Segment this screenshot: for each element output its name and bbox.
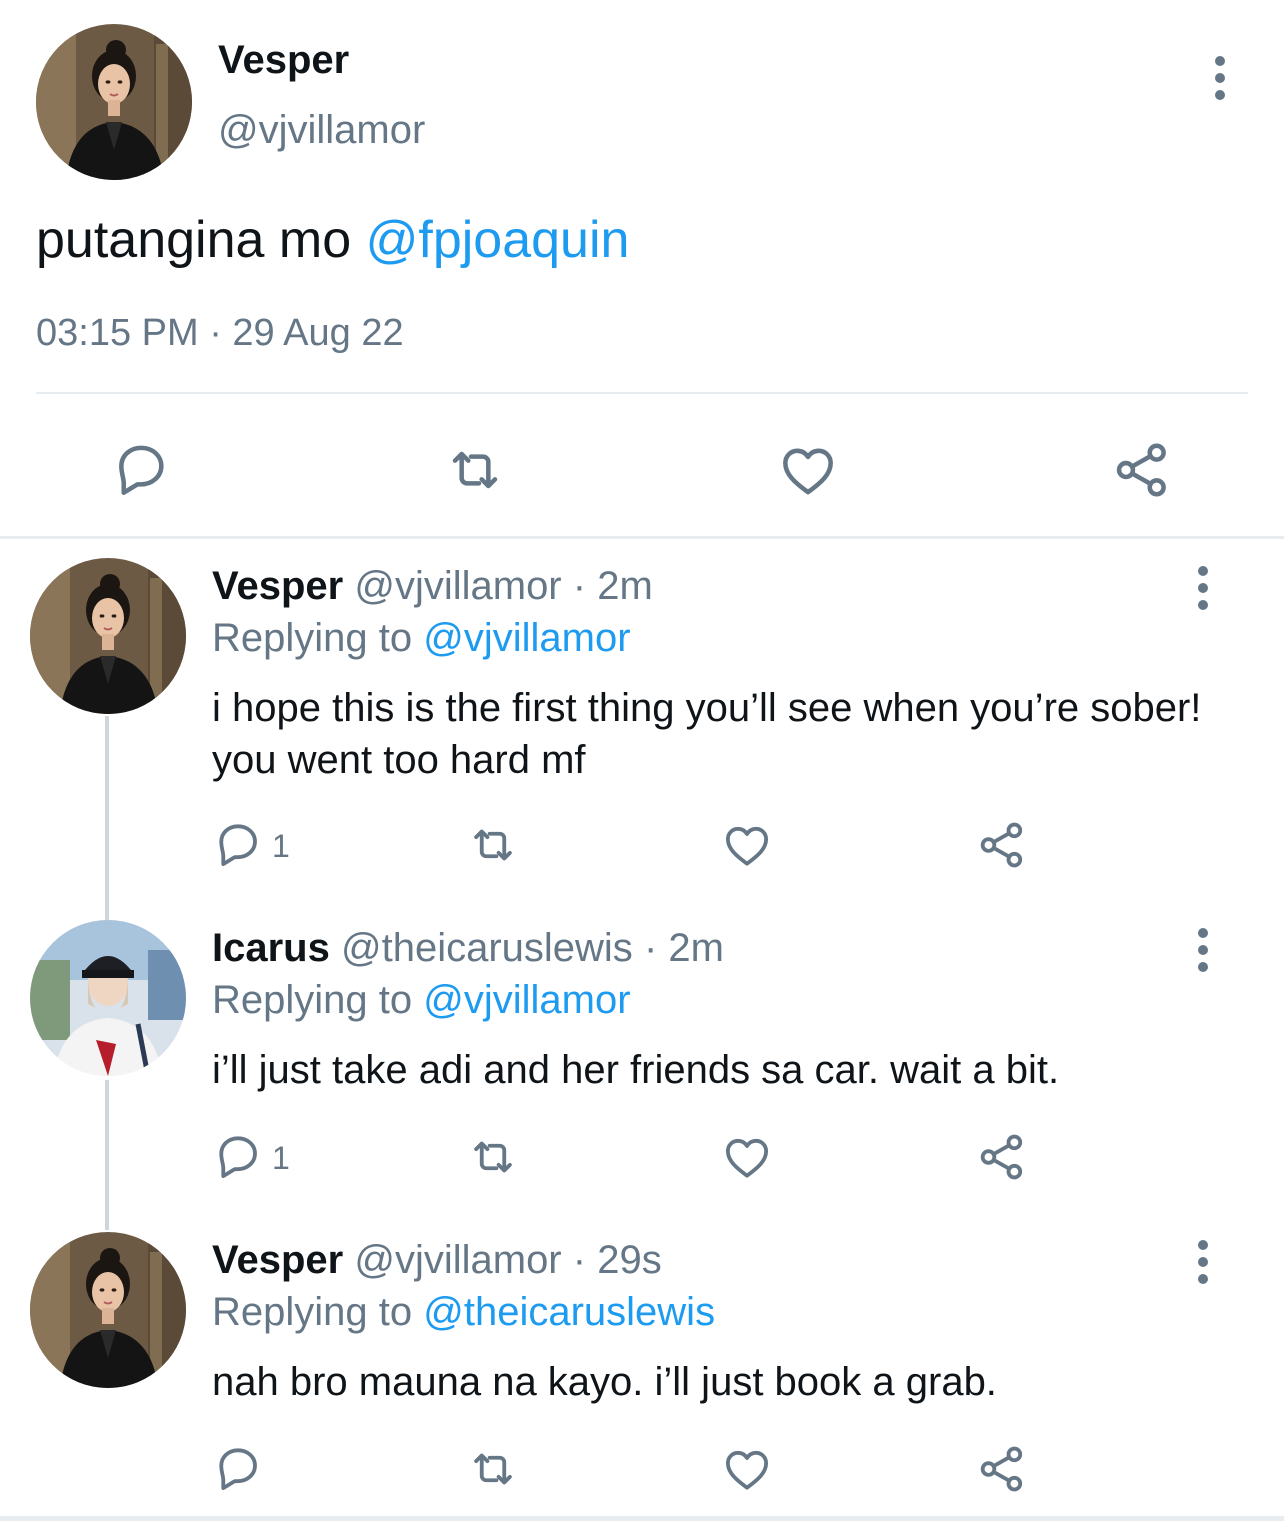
reply-icon[interactable] <box>210 818 264 872</box>
avatar[interactable] <box>30 920 186 1076</box>
reply-action-bar <box>0 1440 1284 1500</box>
avatar[interactable] <box>30 1232 186 1388</box>
like-icon[interactable] <box>776 438 840 502</box>
avatar[interactable] <box>30 558 186 714</box>
divider <box>0 536 1284 539</box>
display-name[interactable]: Vesper <box>212 1238 343 1282</box>
tweet-action-bar <box>0 430 1284 510</box>
mention-link[interactable]: @fpjoaquin <box>366 211 630 269</box>
replying-label: Replying to <box>212 616 413 660</box>
share-icon[interactable] <box>1110 438 1174 502</box>
divider <box>0 1516 1284 1521</box>
reply-icon[interactable] <box>108 438 172 502</box>
reply-icon[interactable] <box>210 1442 264 1496</box>
reply-action-bar: 1 <box>0 816 1284 876</box>
like-icon[interactable] <box>720 1130 774 1184</box>
replying-to: Replying to @theicaruslewis <box>212 1290 715 1335</box>
time: · 29s <box>572 1238 662 1282</box>
retweet-icon[interactable] <box>466 1130 520 1184</box>
retweet-icon[interactable] <box>466 818 520 872</box>
replying-to: Replying to @vjvillamor <box>212 978 631 1023</box>
display-name[interactable]: Icarus <box>212 926 330 970</box>
replying-label: Replying to <box>212 1290 413 1334</box>
handle[interactable]: @vjvillamor <box>354 564 561 608</box>
reply-count: 1 <box>272 1140 290 1176</box>
like-icon[interactable] <box>720 818 774 872</box>
time: · 2m <box>572 564 653 608</box>
reply-header: Vesper @vjvillamor · 29s <box>212 1238 662 1283</box>
more-icon[interactable] <box>1196 1240 1210 1284</box>
more-icon[interactable] <box>1213 56 1227 100</box>
tweet-text: putangina mo @fpjoaquin <box>36 210 629 270</box>
replying-label: Replying to <box>212 978 413 1022</box>
retweet-icon[interactable] <box>466 1442 520 1496</box>
handle[interactable]: @vjvillamor <box>218 108 425 153</box>
divider <box>36 392 1248 394</box>
display-name[interactable]: Vesper <box>212 564 343 608</box>
reply-header: Icarus @theicaruslewis · 2m <box>212 926 724 971</box>
reply-header: Vesper @vjvillamor · 2m <box>212 564 653 609</box>
share-icon[interactable] <box>975 1130 1029 1184</box>
mention-link[interactable]: @vjvillamor <box>423 616 630 660</box>
handle[interactable]: @theicaruslewis <box>341 926 633 970</box>
mention-link[interactable]: @vjvillamor <box>423 978 630 1022</box>
reply-icon[interactable] <box>210 1130 264 1184</box>
tweet-body: putangina mo <box>36 211 352 269</box>
handle[interactable]: @vjvillamor <box>354 1238 561 1282</box>
more-icon[interactable] <box>1196 566 1210 610</box>
reply-text: i hope this is the first thing you’ll se… <box>212 686 1202 782</box>
share-icon[interactable] <box>975 818 1029 872</box>
like-icon[interactable] <box>720 1442 774 1496</box>
time: · 2m <box>643 926 724 970</box>
timestamp[interactable]: 03:15 PM · 29 Aug 22 <box>36 312 404 355</box>
replying-to: Replying to @vjvillamor <box>212 616 631 661</box>
share-icon[interactable] <box>975 1442 1029 1496</box>
reply-count: 1 <box>272 828 290 864</box>
more-icon[interactable] <box>1196 928 1210 972</box>
retweet-icon[interactable] <box>443 438 507 502</box>
reply-text: i’ll just take adi and her friends sa ca… <box>212 1048 1060 1092</box>
avatar[interactable] <box>36 24 192 180</box>
mention-link[interactable]: @theicaruslewis <box>423 1290 715 1334</box>
display-name[interactable]: Vesper <box>218 38 349 83</box>
reply-action-bar: 1 <box>0 1128 1284 1188</box>
reply-text: nah bro mauna na kayo. i’ll just book a … <box>212 1360 997 1404</box>
